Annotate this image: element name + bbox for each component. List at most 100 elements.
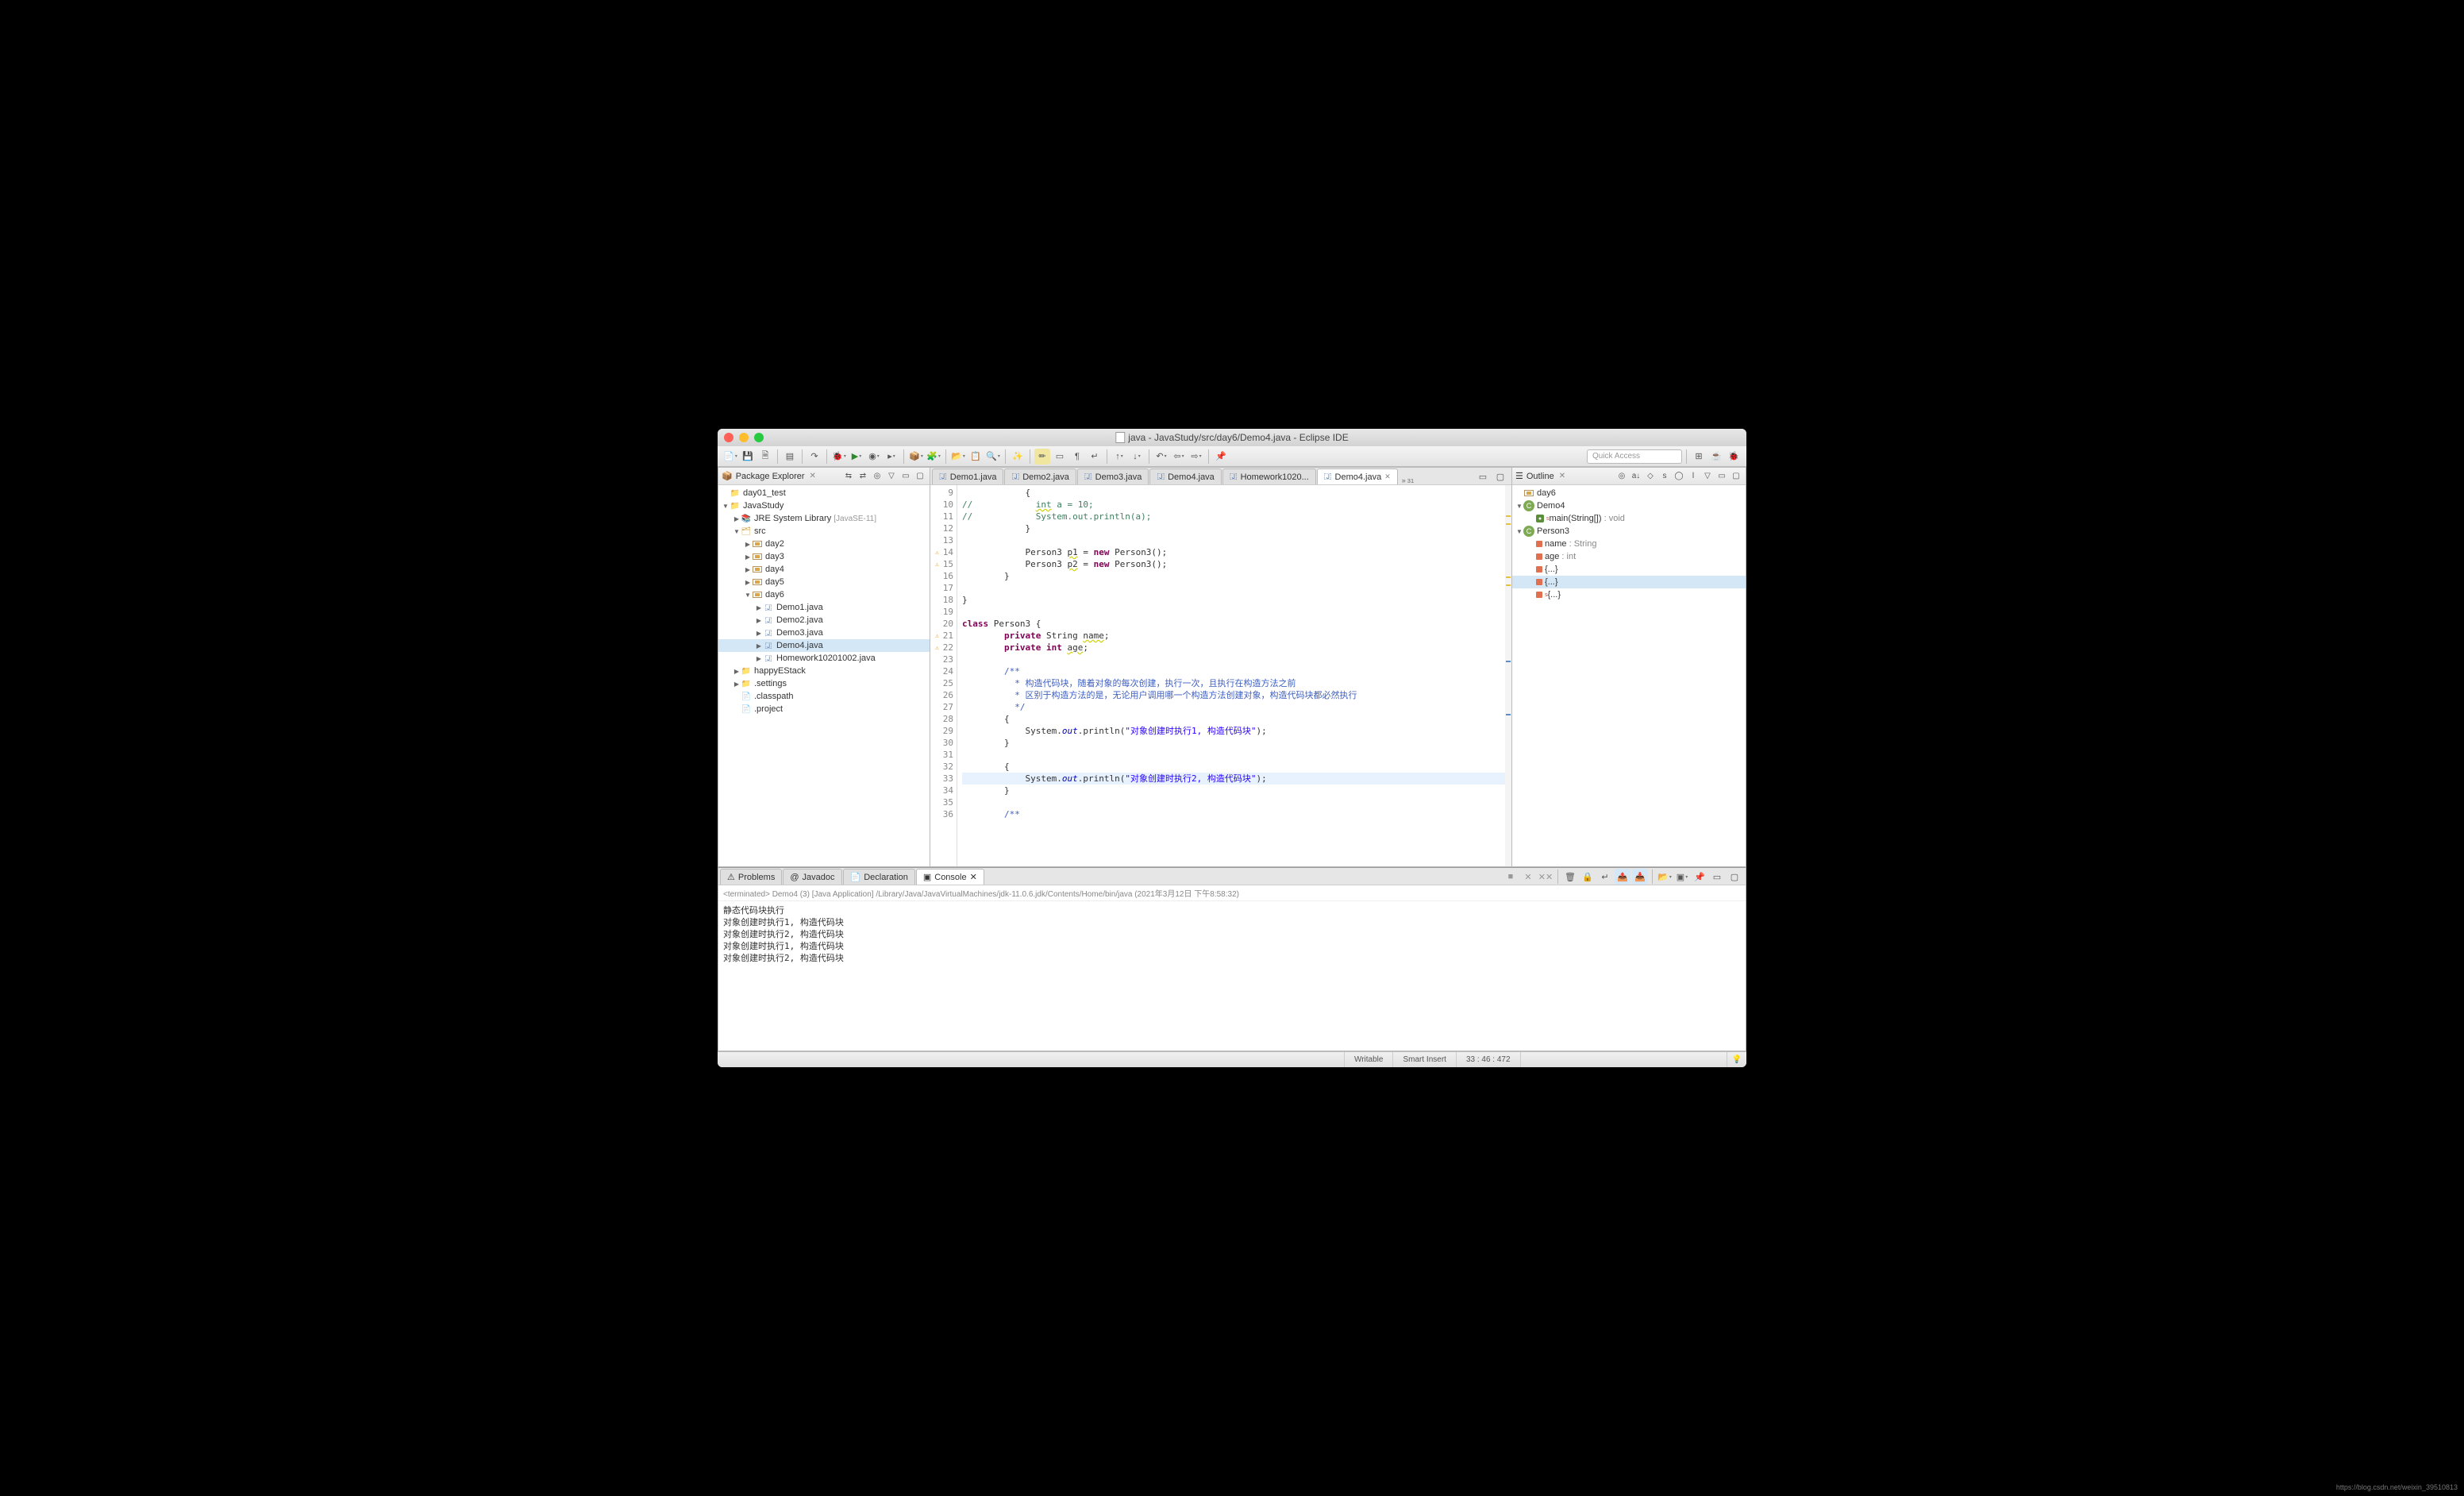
editor-tab[interactable]: 🇯Demo4.java (1149, 468, 1221, 484)
remove-all-button[interactable]: ✕✕ (1538, 869, 1553, 885)
overview-ruler[interactable] (1505, 485, 1511, 866)
focus-task-button[interactable]: ◎ (871, 470, 884, 483)
link-editor-button[interactable]: ⇄ (857, 470, 869, 483)
tree-item[interactable]: ▶📚JRE System Library [JavaSE-11] (718, 512, 930, 525)
quick-access-input[interactable]: Quick Access (1587, 449, 1682, 464)
annotation-prev-button[interactable]: ↑ (1111, 449, 1127, 465)
scroll-lock-button[interactable]: 🔒 (1580, 869, 1596, 885)
forward-button[interactable]: ⇨ (1188, 449, 1204, 465)
pin-console-button[interactable]: 📌 (1692, 869, 1707, 885)
last-edit-button[interactable]: ↶ (1153, 449, 1169, 465)
tree-item[interactable]: ▶📁happyEStack (718, 665, 930, 677)
run-button[interactable]: ▶ (849, 449, 864, 465)
tree-item[interactable]: ▶🇯Demo2.java (718, 614, 930, 627)
editor-tab[interactable]: 🇯Demo3.java (1077, 468, 1149, 484)
outline-item[interactable]: ▼CDemo4 (1512, 499, 1746, 512)
toggle-breadcrumb-button[interactable]: ▤ (782, 449, 798, 465)
outline-tab[interactable]: ☰ Outline ✕ (1515, 471, 1565, 481)
terminate-button[interactable]: ■ (1503, 869, 1519, 885)
remove-launch-button[interactable]: ✕ (1520, 869, 1536, 885)
tree-item[interactable]: ▼🗂src (718, 525, 930, 538)
editor-tab[interactable]: 🇯Demo4.java✕ (1317, 468, 1398, 484)
new-button[interactable]: 📄 (722, 449, 738, 465)
close-icon[interactable]: ✕ (810, 472, 816, 480)
bottom-tab[interactable]: ▣Console✕ (916, 869, 984, 885)
editor-tab[interactable]: 🇯Demo1.java (932, 468, 1003, 484)
new-type-button[interactable]: 🧩 (926, 449, 941, 465)
tree-item[interactable]: ▶🇯Homework10201002.java (718, 652, 930, 665)
open-type-button[interactable]: 📂 (950, 449, 966, 465)
tree-item[interactable]: 📄.project (718, 703, 930, 715)
tab-overflow[interactable]: »31 (1402, 476, 1414, 484)
tree-item[interactable]: 📄.classpath (718, 690, 930, 703)
word-wrap-button[interactable]: ↵ (1087, 449, 1103, 465)
run-last-button[interactable]: ▸ (884, 449, 899, 465)
block-selection-button[interactable]: ▭ (1052, 449, 1068, 465)
outline-item[interactable]: s{...} (1512, 588, 1746, 601)
java-perspective-button[interactable]: ☕ (1708, 449, 1724, 465)
focus-button[interactable]: ◎ (1615, 470, 1628, 483)
search-button[interactable]: 🔍 (985, 449, 1001, 465)
wizard-button[interactable]: ✨ (1010, 449, 1026, 465)
hide-nonpublic-button[interactable]: ◯ (1673, 470, 1685, 483)
show-on-error-button[interactable]: 📥 (1632, 869, 1648, 885)
tree-item[interactable]: ▼📁JavaStudy (718, 499, 930, 512)
tree-item[interactable]: ▶🇯Demo4.java (718, 639, 930, 652)
minimize-editor-button[interactable]: ▭ (1475, 468, 1491, 484)
close-icon[interactable]: ✕ (1384, 472, 1391, 481)
editor-tab[interactable]: 🇯Demo2.java (1004, 468, 1076, 484)
minimize-bottom-button[interactable]: ▭ (1709, 869, 1725, 885)
maximize-window-button[interactable] (754, 433, 764, 442)
outline-item[interactable]: {...} (1512, 576, 1746, 588)
hide-local-button[interactable]: l (1687, 470, 1700, 483)
tree-item[interactable]: ▶day4 (718, 563, 930, 576)
tree-item[interactable]: ▶day5 (718, 576, 930, 588)
editor-tab[interactable]: 🇯Homework1020... (1222, 468, 1316, 484)
maximize-bottom-button[interactable]: ▢ (1727, 869, 1742, 885)
collapse-all-button[interactable]: ⇆ (842, 470, 855, 483)
editor-code[interactable]: {// int a = 10;// System.out.println(a);… (957, 485, 1511, 866)
mark-occurrences-button[interactable]: ✏ (1034, 449, 1050, 465)
new-package-button[interactable]: 📦 (908, 449, 924, 465)
view-menu-button[interactable]: ▽ (885, 470, 898, 483)
tree-item[interactable]: ▶day3 (718, 550, 930, 563)
word-wrap-console-button[interactable]: ↵ (1597, 869, 1613, 885)
close-icon[interactable]: ✕ (1559, 472, 1565, 480)
save-all-button[interactable]: 🗎 (757, 449, 773, 465)
view-menu-button[interactable]: ▽ (1701, 470, 1714, 483)
maximize-editor-button[interactable]: ▢ (1492, 468, 1508, 484)
tip-icon[interactable]: 💡 (1727, 1052, 1746, 1067)
annotation-next-button[interactable]: ↓ (1129, 449, 1145, 465)
save-button[interactable]: 💾 (740, 449, 756, 465)
bottom-tab[interactable]: ⚠Problems (720, 869, 782, 885)
back-button[interactable]: ⇦ (1171, 449, 1187, 465)
debug-perspective-button[interactable]: 🐞 (1726, 449, 1742, 465)
maximize-view-button[interactable]: ▢ (1730, 470, 1742, 483)
package-explorer-tree[interactable]: 📁day01_test▼📁JavaStudy▶📚JRE System Libra… (718, 485, 930, 866)
show-whitespace-button[interactable]: ¶ (1069, 449, 1085, 465)
open-console-button[interactable]: 📂 (1657, 869, 1673, 885)
open-task-button[interactable]: 📋 (968, 449, 984, 465)
bottom-tab[interactable]: @Javadoc (783, 869, 841, 885)
minimize-window-button[interactable] (739, 433, 749, 442)
tree-item[interactable]: ▶day2 (718, 538, 930, 550)
sort-button[interactable]: a↓ (1630, 470, 1642, 483)
editor-body[interactable]: ⚠⚠⚠⚠ 91011121314151617181920212223242526… (930, 485, 1511, 866)
open-perspective-button[interactable]: ⊞ (1691, 449, 1707, 465)
close-window-button[interactable] (724, 433, 733, 442)
tree-item[interactable]: 📁day01_test (718, 487, 930, 499)
tree-item[interactable]: ▶📁.settings (718, 677, 930, 690)
show-on-output-button[interactable]: 📤 (1615, 869, 1630, 885)
package-explorer-tab[interactable]: 📦 Package Explorer ✕ (722, 471, 816, 481)
outline-item[interactable]: {...} (1512, 563, 1746, 576)
minimize-view-button[interactable]: ▭ (899, 470, 912, 483)
clear-console-button[interactable]: 🗑 (1562, 869, 1578, 885)
outline-item[interactable]: name : String (1512, 538, 1746, 550)
hide-static-button[interactable]: s (1658, 470, 1671, 483)
tree-item[interactable]: ▶🇯Demo1.java (718, 601, 930, 614)
outline-item[interactable]: ●smain(String[]) : void (1512, 512, 1746, 525)
pin-editor-button[interactable]: 📌 (1213, 449, 1229, 465)
outline-item[interactable]: day6 (1512, 487, 1746, 499)
display-console-button[interactable]: ▣ (1674, 869, 1690, 885)
hide-fields-button[interactable]: ◇ (1644, 470, 1657, 483)
